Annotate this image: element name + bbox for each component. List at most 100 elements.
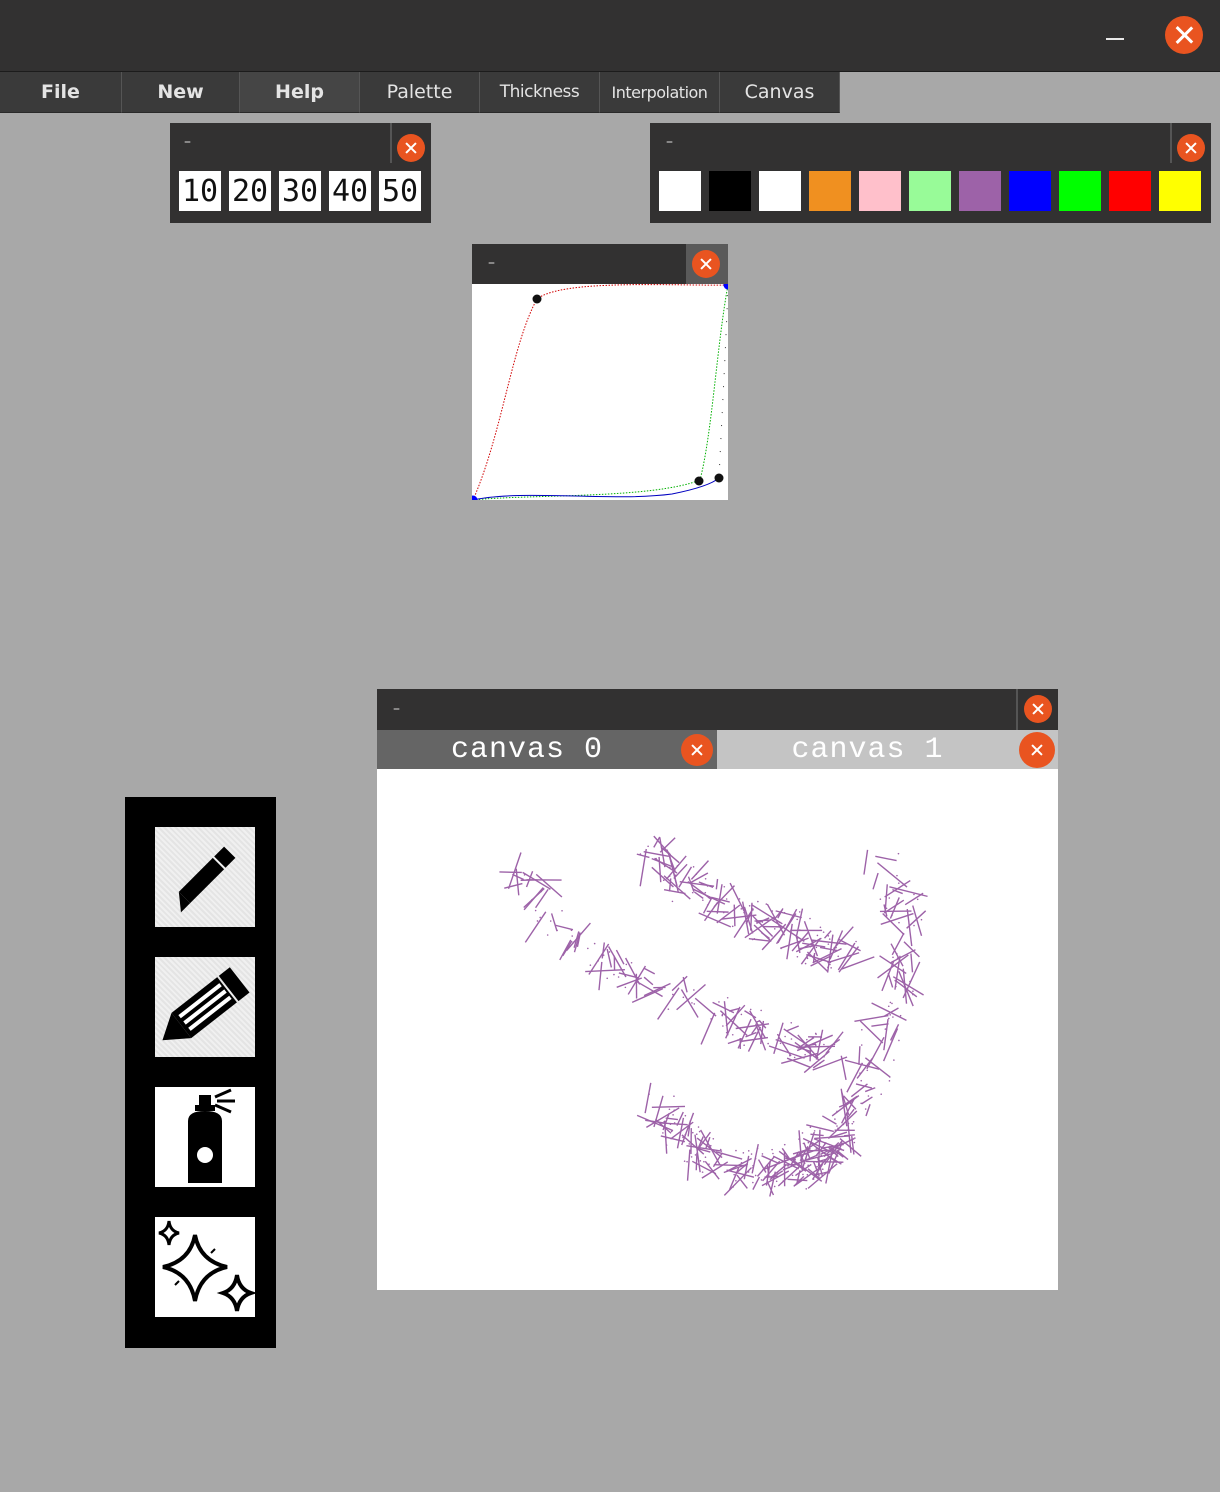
spray-dot (859, 1072, 861, 1074)
spray-dot (827, 943, 830, 945)
spray-dot (861, 1028, 863, 1031)
spray-dot (807, 1164, 809, 1167)
tab-canvas-0-close-button[interactable] (681, 734, 713, 766)
spray-dot (884, 1028, 887, 1030)
tab-canvas-0[interactable]: canvas 0 (377, 730, 717, 769)
palette-swatch[interactable] (1109, 171, 1151, 211)
brush-stroke (889, 886, 928, 898)
spray-dot (732, 1186, 734, 1188)
spray-dot (593, 942, 596, 945)
thickness-30-button[interactable]: 30 (279, 171, 321, 211)
spray-dot (668, 1108, 671, 1111)
thickness-20-button[interactable]: 20 (229, 171, 271, 211)
spray-dot (747, 1171, 750, 1173)
menu-help[interactable]: Help (240, 72, 360, 113)
thickness-panel-header[interactable]: – (170, 123, 392, 163)
thickness-10-button[interactable]: 10 (179, 171, 221, 211)
spray-dot (897, 852, 900, 855)
marker-tool-button[interactable] (155, 957, 255, 1057)
palette-swatch[interactable] (709, 171, 751, 211)
brush-stroke (565, 922, 591, 952)
drawing-strokes (499, 835, 928, 1197)
pencil-tool-button[interactable] (155, 827, 255, 927)
spray-dot (692, 866, 695, 868)
spray-dot (842, 1123, 845, 1126)
palette-panel-close-button[interactable] (1177, 134, 1205, 162)
sparkle-tool-button[interactable] (155, 1217, 255, 1317)
collapse-label[interactable]: – (488, 255, 495, 271)
brush-stroke (644, 1082, 652, 1114)
brush-stroke (725, 1004, 746, 1027)
spray-dot (895, 985, 897, 988)
palette-panel-header[interactable]: – (650, 123, 1172, 163)
palette-swatch[interactable] (859, 171, 901, 211)
canvas-window-close-button[interactable] (1024, 695, 1052, 723)
collapse-label[interactable]: – (184, 134, 191, 150)
brush-stroke (690, 860, 709, 880)
spray-dot (752, 1181, 754, 1184)
palette-swatch[interactable] (1009, 171, 1051, 211)
canvas-window-header[interactable]: – (377, 689, 1058, 730)
menu-thickness[interactable]: Thickness (480, 72, 600, 113)
collapse-label[interactable]: – (666, 134, 673, 150)
brush-stroke (555, 924, 574, 931)
palette-swatch[interactable] (909, 171, 951, 211)
spray-dot (772, 1152, 774, 1155)
spray-dot (818, 1159, 820, 1162)
menu-bar: File New Help Palette Thickness Interpol… (0, 71, 1220, 114)
menu-file[interactable]: File (0, 72, 122, 113)
spray-dot (805, 1188, 808, 1190)
spray-dot (784, 1035, 786, 1038)
minimize-icon[interactable] (1106, 38, 1124, 40)
brush-stroke (598, 961, 603, 991)
palette-swatch[interactable] (759, 171, 801, 211)
spray-dot (669, 866, 671, 869)
spray-dot (809, 945, 812, 948)
spray-dot (734, 917, 736, 919)
tab-label: canvas 1 (791, 732, 944, 767)
close-icon (691, 744, 703, 756)
interpolation-panel-close-button[interactable] (692, 250, 720, 278)
spray-dot (673, 1095, 675, 1097)
close-icon (1185, 142, 1197, 154)
palette-swatch[interactable] (1059, 171, 1101, 211)
brush-stroke (795, 908, 804, 938)
spray-dot (806, 1173, 809, 1176)
spray-dot (665, 1144, 668, 1146)
brush-stroke (781, 1052, 818, 1065)
menu-interpolation[interactable]: Interpolation (600, 72, 720, 113)
close-window-button[interactable] (1165, 16, 1203, 54)
spray-dot (683, 1160, 686, 1162)
palette-swatch[interactable] (959, 171, 1001, 211)
spray-dot (794, 1158, 796, 1161)
spray-dot (534, 909, 537, 912)
spray-tool-button[interactable] (155, 1087, 255, 1187)
spray-dot (731, 1033, 734, 1036)
tab-canvas-1[interactable]: canvas 1 (717, 730, 1058, 769)
palette-swatch[interactable] (809, 171, 851, 211)
spray-dot (821, 1168, 824, 1171)
menu-palette[interactable]: Palette (360, 72, 480, 113)
close-icon (1175, 26, 1193, 44)
brush-stroke (719, 1010, 748, 1037)
toolbox (125, 797, 276, 1348)
spray-dot (606, 977, 609, 980)
drawing-canvas[interactable] (377, 769, 1058, 1290)
spray-dot (778, 921, 781, 924)
interpolation-panel-header[interactable]: – (472, 244, 728, 284)
spray-dot (738, 898, 741, 900)
collapse-label[interactable]: – (393, 701, 400, 717)
tab-canvas-1-close-button[interactable] (1019, 732, 1055, 768)
palette-swatch[interactable] (1159, 171, 1201, 211)
menu-canvas[interactable]: Canvas (720, 72, 840, 113)
spray-dot (725, 898, 728, 900)
thickness-panel-close-button[interactable] (397, 134, 425, 162)
interpolation-curve-editor[interactable] (472, 284, 728, 500)
spray-dot (811, 1037, 814, 1039)
green-curve (472, 284, 728, 500)
brush-stroke (910, 953, 914, 973)
thickness-40-button[interactable]: 40 (329, 171, 371, 211)
menu-new[interactable]: New (122, 72, 240, 113)
thickness-50-button[interactable]: 50 (379, 171, 421, 211)
palette-swatch[interactable] (659, 171, 701, 211)
